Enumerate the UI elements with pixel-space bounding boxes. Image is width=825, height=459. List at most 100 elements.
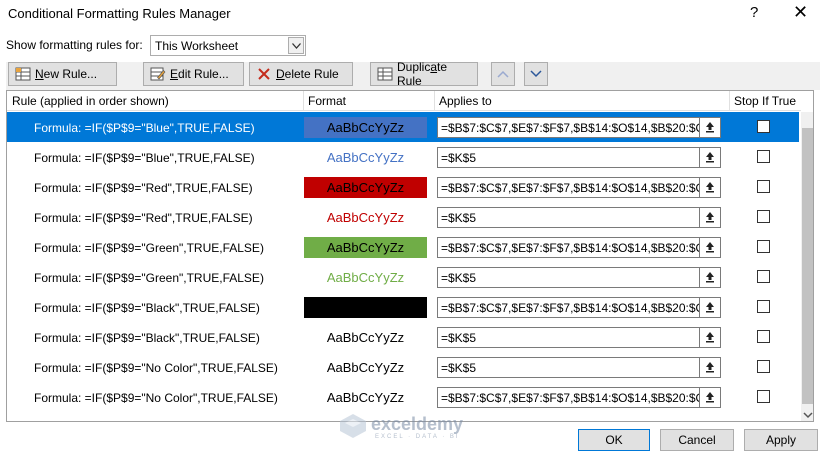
applies-to-value: =$K$5 xyxy=(441,151,477,165)
stop-if-true-checkbox[interactable] xyxy=(757,300,770,313)
scope-label: Show formatting rules for: xyxy=(6,38,143,52)
edit-rule-icon xyxy=(150,67,166,81)
column-header-applies-to: Applies to xyxy=(439,94,492,108)
scope-dropdown[interactable]: This Worksheet xyxy=(150,35,306,56)
applies-to-field[interactable]: =$B$7:$C$7,$E$7:$F$7,$B$14:$O$14,$B$20:$… xyxy=(437,237,721,258)
rule-formula: Formula: =IF($P$9="No Color",TRUE,FALSE) xyxy=(34,361,278,375)
range-picker-button[interactable] xyxy=(699,208,720,227)
rule-formula: Formula: =IF($P$9="Green",TRUE,FALSE) xyxy=(34,241,264,255)
duplicate-rule-label: Duplicate Rule xyxy=(397,60,448,88)
close-button[interactable]: ✕ xyxy=(793,2,808,23)
format-preview: AaBbCcYyZz xyxy=(304,297,427,318)
move-down-button[interactable] xyxy=(524,62,548,86)
chevron-down-icon[interactable] xyxy=(288,37,304,54)
move-up-button[interactable] xyxy=(491,62,515,86)
applies-to-field[interactable]: =$B$7:$C$7,$E$7:$F$7,$B$14:$O$14,$B$20:$… xyxy=(437,387,721,408)
collapse-range-icon xyxy=(706,152,714,163)
ok-button[interactable]: OK xyxy=(578,429,650,451)
apply-button[interactable]: Apply xyxy=(744,429,818,451)
rule-row[interactable]: Formula: =IF($P$9="No Color",TRUE,FALSE)… xyxy=(7,382,799,412)
scrollbar-thumb[interactable] xyxy=(802,128,813,404)
title-bar: Conditional Formatting Rules Manager ? ✕ xyxy=(0,0,825,28)
rule-row[interactable]: Formula: =IF($P$9="Black",TRUE,FALSE) AaB… xyxy=(7,322,799,352)
applies-to-field[interactable]: =$K$5 xyxy=(437,357,721,378)
stop-if-true-checkbox[interactable] xyxy=(757,240,770,253)
rule-row[interactable]: Formula: =IF($P$9="Green",TRUE,FALSE) AaB… xyxy=(7,262,799,292)
delete-rule-button[interactable]: Delete Rule xyxy=(249,62,353,86)
applies-to-field[interactable]: =$B$7:$C$7,$E$7:$F$7,$B$14:$O$14,$B$20:$… xyxy=(437,297,721,318)
new-rule-button[interactable]: New Rule... xyxy=(8,62,117,86)
collapse-range-icon xyxy=(706,362,714,373)
collapse-range-icon xyxy=(706,182,714,193)
grid-header: Rule (applied in order shown) Format App… xyxy=(7,91,801,111)
rule-row[interactable]: Formula: =IF($P$9="Blue",TRUE,FALSE) AaBb… xyxy=(7,142,799,172)
applies-to-value: =$K$5 xyxy=(441,271,477,285)
applies-to-field[interactable]: =$K$5 xyxy=(437,327,721,348)
range-picker-button[interactable] xyxy=(699,328,720,347)
vertical-scrollbar[interactable] xyxy=(801,112,813,421)
column-divider xyxy=(434,91,435,111)
range-picker-button[interactable] xyxy=(699,178,720,197)
duplicate-rule-button[interactable]: Duplicate Rule xyxy=(370,60,478,88)
applies-to-field[interactable]: =$K$5 xyxy=(437,267,721,288)
rule-row[interactable]: Formula: =IF($P$9="No Color",TRUE,FALSE)… xyxy=(7,352,799,382)
collapse-range-icon xyxy=(706,272,714,283)
rule-row[interactable]: Formula: =IF($P$9="Green",TRUE,FALSE) AaB… xyxy=(7,232,799,262)
window-title: Conditional Formatting Rules Manager xyxy=(8,6,231,21)
edit-rule-button[interactable]: Edit Rule... xyxy=(143,62,244,86)
format-preview: AaBbCcYyZz xyxy=(326,360,405,375)
help-button[interactable]: ? xyxy=(750,4,758,21)
delete-icon xyxy=(256,67,272,81)
applies-to-value: =$B$7:$C$7,$E$7:$F$7,$B$14:$O$14,$B$20:$… xyxy=(441,181,699,195)
collapse-range-icon xyxy=(706,122,714,133)
stop-if-true-checkbox[interactable] xyxy=(757,330,770,343)
scope-value: This Worksheet xyxy=(155,39,239,53)
range-picker-button[interactable] xyxy=(699,118,720,137)
format-preview: AaBbCcYyZz xyxy=(304,237,427,258)
new-rule-icon xyxy=(15,67,31,81)
rule-formula: Formula: =IF($P$9="Blue",TRUE,FALSE) xyxy=(34,121,255,135)
range-picker-button[interactable] xyxy=(699,148,720,167)
range-picker-button[interactable] xyxy=(699,238,720,257)
applies-to-field[interactable]: =$B$7:$C$7,$E$7:$F$7,$B$14:$O$14,$B$20:$… xyxy=(437,117,721,138)
collapse-range-icon xyxy=(706,392,714,403)
format-preview: AaBbCcYyZz xyxy=(326,270,405,285)
edit-rule-label: Edit Rule... xyxy=(170,67,229,81)
new-rule-label: New Rule... xyxy=(35,67,98,81)
format-preview: AaBbCcYyZz xyxy=(304,117,427,138)
toolbar: New Rule... Edit Rule... Delete Rule Dup… xyxy=(6,60,820,90)
column-divider xyxy=(729,91,730,111)
stop-if-true-checkbox[interactable] xyxy=(757,180,770,193)
scroll-down-icon[interactable] xyxy=(803,412,813,419)
applies-to-field[interactable]: =$K$5 xyxy=(437,147,721,168)
rule-row[interactable]: Formula: =IF($P$9="Red",TRUE,FALSE) AaBbC… xyxy=(7,202,799,232)
rule-formula: Formula: =IF($P$9="Blue",TRUE,FALSE) xyxy=(34,151,255,165)
rule-formula: Formula: =IF($P$9="Black",TRUE,FALSE) xyxy=(34,301,260,315)
rules-grid: Rule (applied in order shown) Format App… xyxy=(6,90,814,422)
range-picker-button[interactable] xyxy=(699,268,720,287)
stop-if-true-checkbox[interactable] xyxy=(757,210,770,223)
stop-if-true-checkbox[interactable] xyxy=(757,390,770,403)
column-divider xyxy=(303,91,304,111)
format-preview: AaBbCcYyZz xyxy=(326,210,405,225)
stop-if-true-checkbox[interactable] xyxy=(757,120,770,133)
range-picker-button[interactable] xyxy=(699,298,720,317)
watermark-logo: exceldemy EXCEL · DATA · BI xyxy=(339,413,489,441)
range-picker-button[interactable] xyxy=(699,388,720,407)
applies-to-value: =$B$7:$C$7,$E$7:$F$7,$B$14:$O$14,$B$20:$… xyxy=(441,391,699,405)
format-preview: AaBbCcYyZz xyxy=(326,150,405,165)
applies-to-value: =$K$5 xyxy=(441,361,477,375)
rule-row[interactable]: Formula: =IF($P$9="Black",TRUE,FALSE) AaB… xyxy=(7,292,799,322)
stop-if-true-checkbox[interactable] xyxy=(757,360,770,373)
column-header-rule: Rule (applied in order shown) xyxy=(12,94,169,108)
applies-to-field[interactable]: =$B$7:$C$7,$E$7:$F$7,$B$14:$O$14,$B$20:$… xyxy=(437,177,721,198)
cancel-button[interactable]: Cancel xyxy=(660,429,734,451)
stop-if-true-checkbox[interactable] xyxy=(757,270,770,283)
range-picker-button[interactable] xyxy=(699,358,720,377)
rule-formula: Formula: =IF($P$9="Red",TRUE,FALSE) xyxy=(34,181,253,195)
applies-to-field[interactable]: =$K$5 xyxy=(437,207,721,228)
rule-row[interactable]: Formula: =IF($P$9="Blue",TRUE,FALSE) AaBb… xyxy=(7,112,799,142)
stop-if-true-checkbox[interactable] xyxy=(757,150,770,163)
rule-row[interactable]: Formula: =IF($P$9="Red",TRUE,FALSE) AaBbC… xyxy=(7,172,799,202)
applies-to-value: =$B$7:$C$7,$E$7:$F$7,$B$14:$O$14,$B$20:$… xyxy=(441,121,699,135)
